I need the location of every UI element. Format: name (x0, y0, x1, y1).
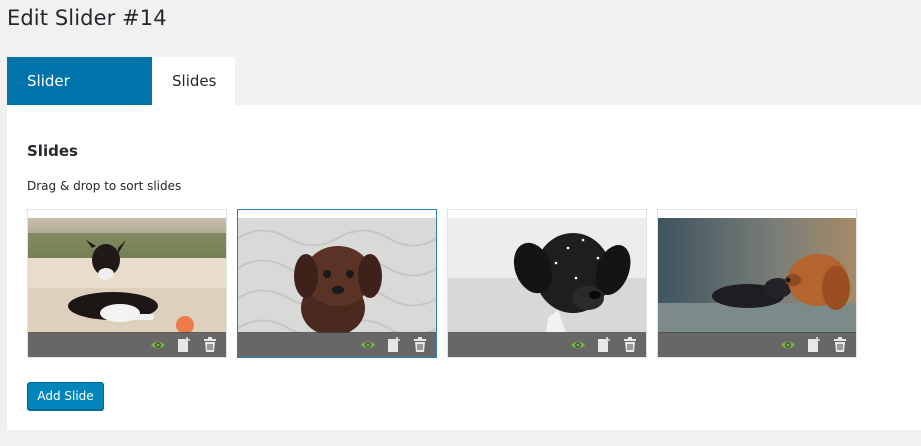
slide-action-bar (658, 332, 856, 357)
slides-panel: Slides Drag & drop to sort slides Add Sl… (7, 105, 921, 430)
eye-icon[interactable] (570, 336, 586, 353)
page-title: Edit Slider #14 (7, 6, 167, 30)
slide-action-bar (28, 332, 226, 357)
slide-card-3[interactable] (447, 209, 647, 358)
trash-icon[interactable] (202, 336, 218, 353)
trash-icon[interactable] (412, 336, 428, 353)
duplicate-icon[interactable] (596, 336, 612, 353)
eye-icon[interactable] (150, 336, 166, 353)
trash-icon[interactable] (832, 336, 848, 353)
tab-slider-settings[interactable]: Slider Settings (7, 57, 152, 138)
duplicate-icon[interactable] (806, 336, 822, 353)
slide-image-4 (658, 218, 856, 333)
slide-card-1[interactable] (27, 209, 227, 358)
slide-action-bar (238, 332, 436, 357)
slide-image-1 (28, 218, 226, 334)
slide-image-3 (448, 218, 646, 333)
duplicate-icon[interactable] (386, 336, 402, 353)
slide-card-2[interactable] (237, 209, 437, 358)
tab-slides[interactable]: Slides (152, 57, 235, 105)
eye-icon[interactable] (780, 336, 796, 353)
eye-icon[interactable] (360, 336, 376, 353)
slide-image-2 (238, 218, 436, 337)
tab-bar: Slider Settings Slides (7, 57, 235, 138)
sort-hint: Drag & drop to sort slides (27, 179, 182, 193)
trash-icon[interactable] (622, 336, 638, 353)
section-title: Slides (27, 142, 78, 160)
add-slide-button[interactable]: Add Slide (27, 382, 104, 410)
duplicate-icon[interactable] (176, 336, 192, 353)
slide-action-bar (448, 332, 646, 357)
slide-card-4[interactable] (657, 209, 857, 358)
